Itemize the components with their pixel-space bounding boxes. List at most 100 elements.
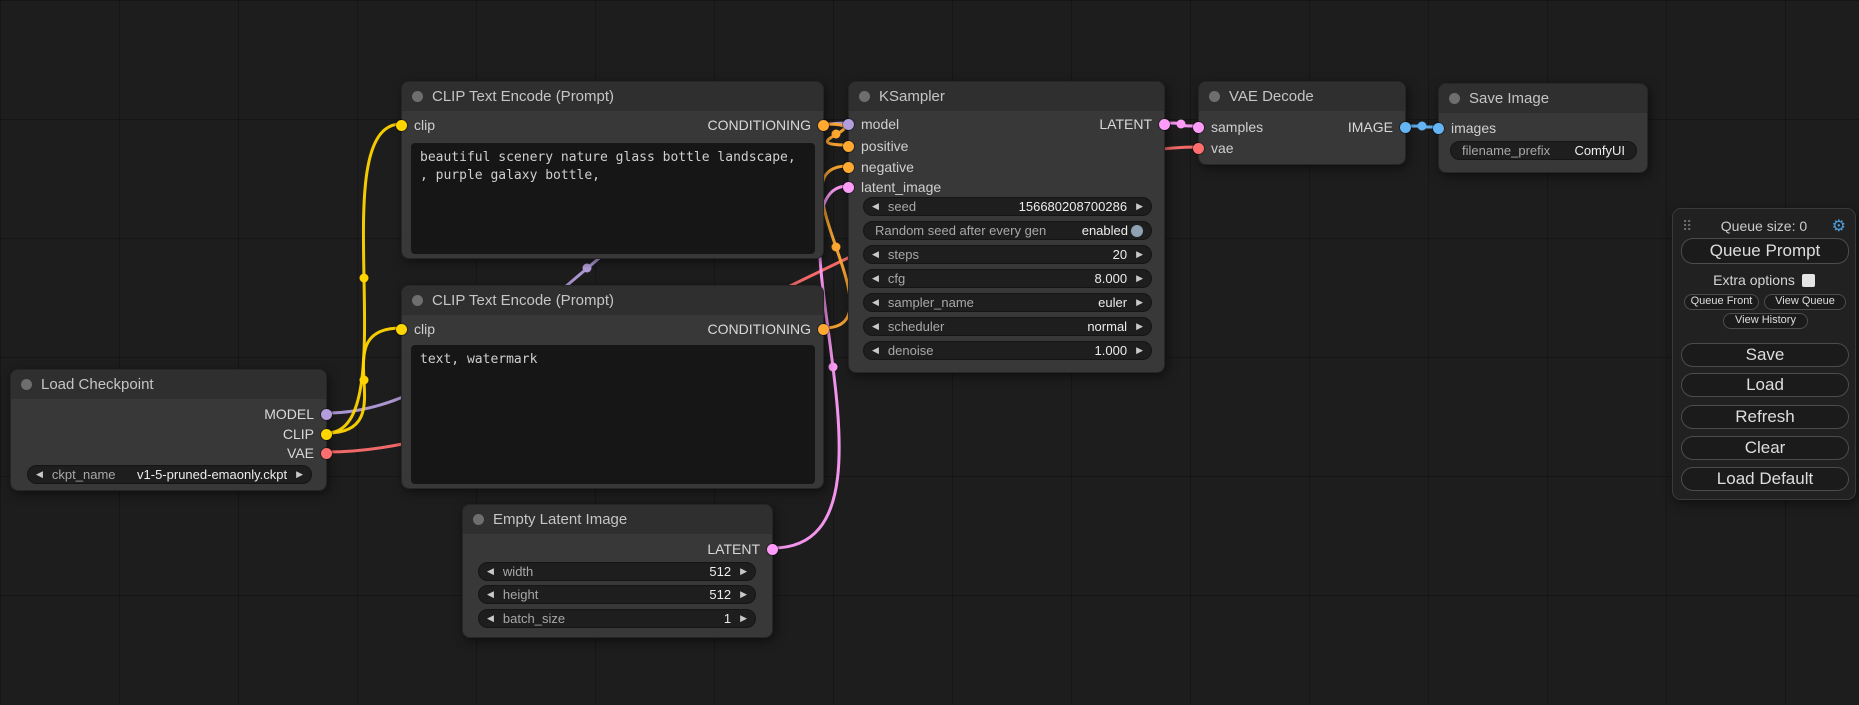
prompt-text-input[interactable]: beautiful scenery nature glass bottle la… xyxy=(411,143,815,254)
input-slot-vae[interactable]: vae xyxy=(1193,140,1234,156)
collapse-dot[interactable] xyxy=(412,295,423,306)
ckpt-name-widget[interactable]: ◀ ckpt_name v1-5-pruned-emaonly.ckpt ▶ xyxy=(27,465,312,484)
decrement-arrow-icon[interactable]: ◀ xyxy=(487,562,494,581)
save-button[interactable]: Save xyxy=(1681,343,1849,367)
decrement-arrow-icon[interactable]: ◀ xyxy=(872,293,879,312)
increment-arrow-icon[interactable]: ▶ xyxy=(1136,293,1143,312)
cfg-widget[interactable]: ◀ cfg 8.000 ▶ xyxy=(863,269,1152,288)
output-slot-conditioning[interactable]: CONDITIONING xyxy=(708,117,829,133)
increment-arrow-icon[interactable]: ▶ xyxy=(1136,197,1143,216)
node-empty-latent-image[interactable]: Empty Latent Image LATENT ◀ width 512 ▶ … xyxy=(462,504,773,638)
denoise-widget[interactable]: ◀ denoise 1.000 ▶ xyxy=(863,341,1152,360)
seed-widget[interactable]: ◀ seed 156680208700286 ▶ xyxy=(863,197,1152,216)
view-history-button[interactable]: View History xyxy=(1723,313,1808,329)
output-slot-latent[interactable]: LATENT xyxy=(1099,116,1170,132)
decrement-arrow-icon[interactable]: ◀ xyxy=(487,585,494,604)
output-slot-vae[interactable]: VAE xyxy=(287,445,332,461)
node-titlebar[interactable]: KSampler xyxy=(849,82,1164,111)
queue-front-button[interactable]: Queue Front xyxy=(1684,294,1759,310)
decrement-arrow-icon[interactable]: ◀ xyxy=(872,197,879,216)
output-slot-conditioning[interactable]: CONDITIONING xyxy=(708,321,829,337)
collapse-dot[interactable] xyxy=(473,514,484,525)
clip-slot-dot[interactable] xyxy=(396,120,407,131)
conditioning-slot-dot[interactable] xyxy=(843,141,854,152)
decrement-arrow-icon[interactable]: ◀ xyxy=(872,317,879,336)
graph-canvas[interactable]: Load Checkpoint MODEL CLIP VAE ◀ ckpt_na… xyxy=(0,0,1859,705)
model-slot-dot[interactable] xyxy=(843,119,854,130)
conditioning-slot-dot[interactable] xyxy=(818,324,829,335)
collapse-dot[interactable] xyxy=(21,379,32,390)
latent-slot-dot[interactable] xyxy=(1159,119,1170,130)
input-slot-clip[interactable]: clip xyxy=(396,321,435,337)
collapse-dot[interactable] xyxy=(412,91,423,102)
clip-slot-dot[interactable] xyxy=(396,324,407,335)
node-titlebar[interactable]: VAE Decode xyxy=(1199,82,1405,111)
increment-arrow-icon[interactable]: ▶ xyxy=(1136,245,1143,264)
input-slot-negative[interactable]: negative xyxy=(843,159,914,175)
prompt-text-input[interactable]: text, watermark xyxy=(411,345,815,484)
conditioning-slot-dot[interactable] xyxy=(843,162,854,173)
clip-slot-dot[interactable] xyxy=(321,429,332,440)
steps-widget[interactable]: ◀ steps 20 ▶ xyxy=(863,245,1152,264)
increment-arrow-icon[interactable]: ▶ xyxy=(296,465,303,484)
input-slot-samples[interactable]: samples xyxy=(1193,119,1263,135)
input-slot-latent-image[interactable]: latent_image xyxy=(843,179,941,195)
collapse-dot[interactable] xyxy=(859,91,870,102)
output-slot-latent[interactable]: LATENT xyxy=(707,541,778,557)
input-slot-positive[interactable]: positive xyxy=(843,138,908,154)
image-slot-dot[interactable] xyxy=(1433,123,1444,134)
node-ksampler[interactable]: KSampler model positive negative latent_… xyxy=(848,81,1165,373)
toggle-dot[interactable] xyxy=(1131,225,1143,237)
increment-arrow-icon[interactable]: ▶ xyxy=(1136,341,1143,360)
node-titlebar[interactable]: Load Checkpoint xyxy=(11,370,326,399)
height-widget[interactable]: ◀ height 512 ▶ xyxy=(478,585,756,604)
vae-slot-dot[interactable] xyxy=(321,448,332,459)
gear-icon[interactable]: ⚙︎ xyxy=(1832,216,1846,236)
node-titlebar[interactable]: Save Image xyxy=(1439,84,1647,113)
refresh-button[interactable]: Refresh xyxy=(1681,405,1849,429)
load-button[interactable]: Load xyxy=(1681,373,1849,397)
increment-arrow-icon[interactable]: ▶ xyxy=(740,585,747,604)
node-titlebar[interactable]: CLIP Text Encode (Prompt) xyxy=(402,286,823,315)
filename-prefix-widget[interactable]: filename_prefix ComfyUI xyxy=(1450,141,1637,160)
increment-arrow-icon[interactable]: ▶ xyxy=(740,562,747,581)
latent-slot-dot[interactable] xyxy=(1193,122,1204,133)
decrement-arrow-icon[interactable]: ◀ xyxy=(872,245,879,264)
increment-arrow-icon[interactable]: ▶ xyxy=(1136,269,1143,288)
node-clip-text-encode-negative[interactable]: CLIP Text Encode (Prompt) clip CONDITION… xyxy=(401,285,824,489)
view-queue-button[interactable]: View Queue xyxy=(1764,294,1846,310)
decrement-arrow-icon[interactable]: ◀ xyxy=(36,465,43,484)
output-slot-model[interactable]: MODEL xyxy=(264,406,332,422)
scheduler-widget[interactable]: ◀ scheduler normal ▶ xyxy=(863,317,1152,336)
batch-size-widget[interactable]: ◀ batch_size 1 ▶ xyxy=(478,609,756,628)
output-slot-clip[interactable]: CLIP xyxy=(283,426,332,442)
collapse-dot[interactable] xyxy=(1449,93,1460,104)
sampler-name-widget[interactable]: ◀ sampler_name euler ▶ xyxy=(863,293,1152,312)
latent-slot-dot[interactable] xyxy=(767,544,778,555)
model-slot-dot[interactable] xyxy=(321,409,332,420)
decrement-arrow-icon[interactable]: ◀ xyxy=(872,341,879,360)
increment-arrow-icon[interactable]: ▶ xyxy=(1136,317,1143,336)
clear-button[interactable]: Clear xyxy=(1681,436,1849,460)
drag-handle-icon[interactable]: ⠿ xyxy=(1682,218,1692,235)
decrement-arrow-icon[interactable]: ◀ xyxy=(872,269,879,288)
node-titlebar[interactable]: Empty Latent Image xyxy=(463,505,772,534)
output-slot-image[interactable]: IMAGE xyxy=(1348,119,1411,135)
decrement-arrow-icon[interactable]: ◀ xyxy=(487,609,494,628)
vae-slot-dot[interactable] xyxy=(1193,143,1204,154)
node-vae-decode[interactable]: VAE Decode samples vae IMAGE xyxy=(1198,81,1406,165)
image-slot-dot[interactable] xyxy=(1400,122,1411,133)
node-save-image[interactable]: Save Image images filename_prefix ComfyU… xyxy=(1438,83,1648,173)
load-default-button[interactable]: Load Default xyxy=(1681,467,1849,491)
increment-arrow-icon[interactable]: ▶ xyxy=(740,609,747,628)
queue-prompt-button[interactable]: Queue Prompt xyxy=(1681,238,1849,264)
collapse-dot[interactable] xyxy=(1209,91,1220,102)
node-load-checkpoint[interactable]: Load Checkpoint MODEL CLIP VAE ◀ ckpt_na… xyxy=(10,369,327,491)
latent-slot-dot[interactable] xyxy=(843,182,854,193)
random-seed-toggle-widget[interactable]: Random seed after every gen enabled xyxy=(863,221,1152,240)
width-widget[interactable]: ◀ width 512 ▶ xyxy=(478,562,756,581)
input-slot-model[interactable]: model xyxy=(843,116,899,132)
node-clip-text-encode-positive[interactable]: CLIP Text Encode (Prompt) clip CONDITION… xyxy=(401,81,824,259)
input-slot-images[interactable]: images xyxy=(1433,120,1496,136)
input-slot-clip[interactable]: clip xyxy=(396,117,435,133)
